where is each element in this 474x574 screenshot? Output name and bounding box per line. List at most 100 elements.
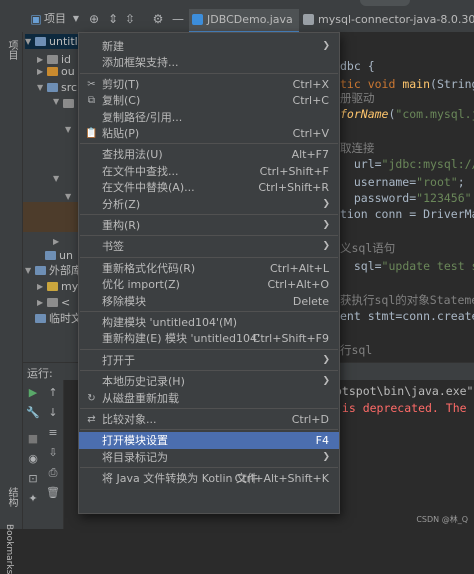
soft-wrap-icon[interactable]: ≡ [46, 426, 60, 440]
menu-item[interactable]: 优化 import(Z) Ctrl+Alt+O [79, 276, 339, 293]
folder-icon [47, 67, 58, 76]
menu-item[interactable]: 书签 ❯ [79, 238, 339, 255]
tab-jdbcdemo[interactable]: JDBCDemo.java [189, 9, 299, 33]
menu-item[interactable]: 📋 粘贴(P) Ctrl+V [79, 125, 339, 142]
wrench-icon[interactable]: 🔧 [26, 406, 40, 420]
submenu-arrow-icon: ❯ [322, 241, 330, 252]
menu-item-shortcut: Ctrl+X [292, 77, 329, 91]
locate-icon[interactable]: ⊕ [86, 10, 102, 28]
menu-separator [80, 311, 338, 312]
jar-icon [303, 14, 314, 25]
project-window-icon[interactable]: ▣ [28, 10, 44, 28]
code-token: 取连接 [340, 141, 375, 155]
project-tool-button[interactable]: 项目 [4, 40, 19, 60]
trash-icon[interactable]: 🗑 [46, 486, 60, 500]
tab-mysql-connector[interactable]: mysql-connector-java-8.0.30... [300, 9, 474, 31]
menu-item[interactable]: 在文件中替换(A)... Ctrl+Shift+R [79, 179, 339, 196]
menu-item-icon: ✂ [87, 78, 96, 90]
expand-all-icon[interactable]: ⇕ [105, 10, 121, 28]
rerun-icon[interactable]: ▶ [26, 386, 40, 400]
gear-icon[interactable]: ⚙ [150, 10, 166, 28]
menu-item-label: 比较对象... [102, 413, 157, 426]
structure-tool-button[interactable]: 结构 [4, 487, 19, 507]
code-line: tion conn = DriverMana [340, 206, 474, 222]
menu-item-label: 在文件中查找... [102, 164, 179, 178]
chevron-down-icon: ▼ [25, 37, 32, 46]
menu-item[interactable]: 重构(R) ❯ [79, 217, 339, 234]
menu-item[interactable]: 构建模块 'untitled104'(M) [79, 314, 339, 331]
menu-item-shortcut: Alt+F7 [291, 148, 329, 162]
menu-item[interactable]: ✂ 剪切(T) Ctrl+X [79, 76, 339, 93]
collapse-all-icon[interactable]: ⇳ [122, 10, 138, 28]
stop-icon[interactable]: ■ [26, 432, 40, 446]
menu-separator [80, 370, 338, 372]
chevron-down-icon[interactable]: ▼ [65, 125, 71, 134]
menu-item[interactable]: 打开模块设置 F4 [79, 432, 339, 450]
layout-icon[interactable]: ⊡ [26, 472, 40, 486]
menu-item[interactable]: 将目录标记为 ❯ [79, 449, 339, 466]
code-line: ent stmt=conn.createSt [340, 308, 474, 324]
menu-item[interactable]: 在文件中查找... Ctrl+Shift+F [79, 163, 339, 180]
chevron-down-icon: ▼ [25, 266, 32, 275]
menu-item-shortcut: Ctrl+Alt+L [269, 261, 329, 275]
code-line: username="root"; [340, 174, 465, 190]
chevron-down-icon[interactable]: ▼ [53, 97, 59, 106]
arrow-down-icon[interactable]: ↓ [46, 406, 60, 420]
chevron-down-icon[interactable]: ▼ [68, 10, 84, 28]
menu-item[interactable]: ↻ 从磁盘重新加载 [79, 390, 339, 407]
menu-separator [80, 408, 338, 409]
menu-item[interactable]: 重新构建(E) 模块 'untitled104' Ctrl+Shift+F9 [79, 330, 339, 347]
menu-item-label: 添加框架支持... [102, 56, 179, 70]
tree-item-root[interactable]: ▼ untitle [25, 34, 83, 49]
project-view-label[interactable]: 项目 [44, 10, 66, 28]
pin-icon[interactable]: ✦ [26, 492, 40, 506]
menu-item[interactable]: 将 Java 文件转换为 Kotlin 文件 Ctrl+Alt+Shift+K [79, 470, 339, 487]
code-token: "123456" [416, 191, 472, 205]
menu-item[interactable]: 查找用法(U) Alt+F7 [79, 146, 339, 163]
menu-item[interactable]: 复制路径/引用... [79, 109, 339, 126]
code-token: username= [340, 175, 417, 189]
chevron-right-icon[interactable]: ▶ [53, 237, 59, 246]
menu-item[interactable]: 打开于 ❯ [79, 352, 339, 369]
scroll-end-icon[interactable]: ⇩ [46, 446, 60, 460]
chevron-down-icon[interactable]: ▼ [65, 192, 71, 201]
code-token: 行sql [340, 343, 373, 357]
menu-item-label: 分析(Z) [102, 197, 141, 211]
code-token: (String[] [430, 77, 474, 91]
code-line: 义sql语句 [340, 240, 395, 256]
code-line: sql="update test set [340, 258, 474, 274]
scratch-icon [35, 314, 46, 323]
menu-item[interactable]: 移除模块 Delete [79, 293, 339, 310]
menu-item[interactable]: 本地历史记录(H) ❯ [79, 373, 339, 390]
tab-label: JDBCDemo.java [207, 13, 293, 26]
menu-separator [80, 429, 338, 431]
submenu-arrow-icon: ❯ [322, 41, 330, 51]
menu-item[interactable]: 重新格式化代码(R) Ctrl+Alt+L [79, 260, 339, 277]
minimize-icon[interactable]: — [170, 10, 186, 28]
arrow-up-icon[interactable]: ↑ [46, 386, 60, 400]
menu-item-shortcut: Delete [292, 294, 329, 308]
bookmarks-tool-button[interactable]: Bookmarks [4, 524, 14, 574]
menu-item[interactable]: 添加框架支持... [79, 54, 339, 71]
menu-item-shortcut: Ctrl+V [292, 127, 329, 140]
code-token: "root" [416, 175, 458, 189]
menu-item[interactable]: ⇄ 比较对象... Ctrl+D [79, 411, 339, 428]
menu-separator [80, 235, 338, 237]
code-token: tic void [340, 77, 403, 91]
run-toolbar-left: ▶ 🔧 ■ ◉ ⊡ ✦ [23, 380, 43, 529]
submenu-arrow-icon: ❯ [322, 220, 330, 230]
menu-item[interactable]: ⧉ 复制(C) Ctrl+C [79, 92, 339, 109]
left-tool-stripe: 项目 结构 Bookmarks [0, 32, 23, 574]
menu-separator [80, 467, 338, 469]
code-token: url= [340, 157, 382, 171]
run-panel-label: 运行: [27, 367, 53, 380]
print-icon[interactable]: ⎙ [46, 466, 60, 480]
menu-item-label: 书签 [102, 240, 124, 254]
menu-separator [80, 143, 338, 145]
menu-item-label: 优化 import(Z) [102, 278, 180, 292]
menu-item[interactable]: 分析(Z) ❯ [79, 196, 339, 213]
camera-icon[interactable]: ◉ [26, 452, 40, 466]
menu-item-shortcut: Ctrl+Alt+O [267, 278, 329, 292]
menu-item[interactable]: 新建 ❯ [79, 38, 339, 55]
chevron-down-icon[interactable]: ▼ [53, 174, 59, 183]
